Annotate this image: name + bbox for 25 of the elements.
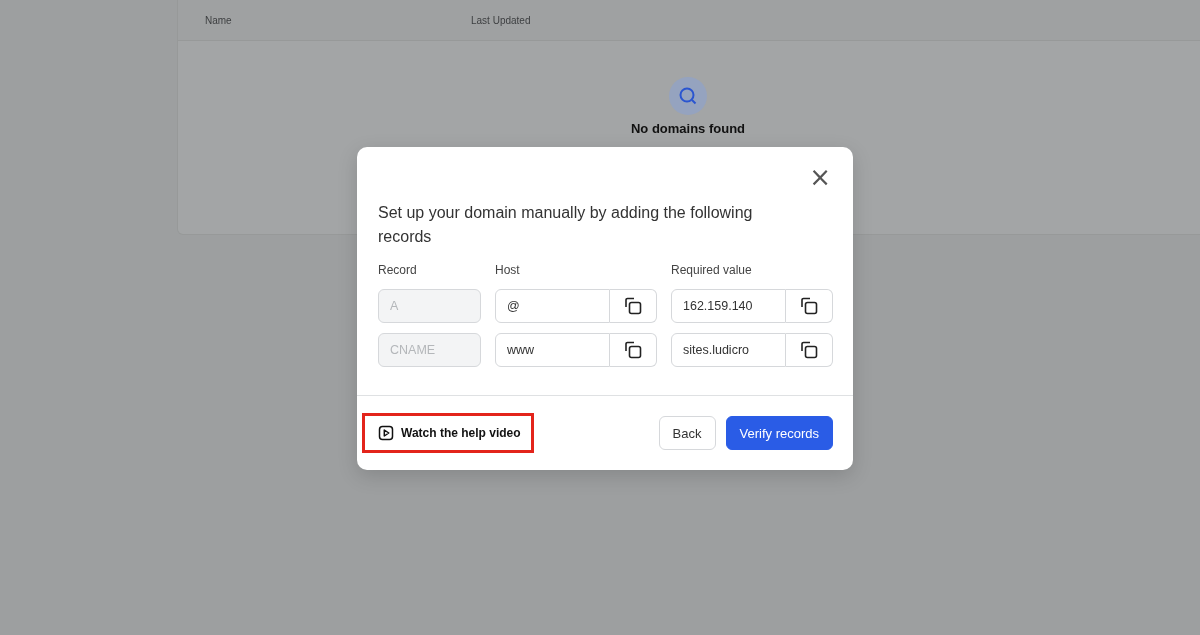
column-header: Last Updated bbox=[471, 14, 531, 26]
dialog-title: Set up your domain manually by adding the following records bbox=[378, 203, 754, 247]
search-icon bbox=[669, 77, 707, 115]
column-label: Host bbox=[495, 263, 520, 277]
copy-icon bbox=[623, 296, 643, 316]
host-field[interactable]: www bbox=[495, 333, 610, 367]
verify-button[interactable]: Verify records bbox=[725, 416, 833, 450]
value-field[interactable]: 162.159.140 bbox=[671, 289, 786, 323]
copy-button[interactable] bbox=[610, 289, 657, 323]
column-label: Required value bbox=[671, 263, 752, 277]
back-button[interactable]: Back bbox=[658, 416, 716, 450]
help-video-link[interactable]: Watch the help video bbox=[378, 425, 521, 441]
copy-icon bbox=[799, 340, 819, 360]
host-field[interactable]: @ bbox=[495, 289, 610, 323]
copy-button[interactable] bbox=[786, 333, 833, 367]
empty-message: No domains found bbox=[630, 121, 746, 136]
column-header: Name bbox=[205, 14, 232, 26]
copy-button[interactable] bbox=[610, 333, 657, 367]
close-button[interactable]: × bbox=[807, 165, 833, 189]
column-label: Record bbox=[378, 263, 417, 277]
copy-button[interactable] bbox=[786, 289, 833, 323]
copy-icon bbox=[799, 296, 819, 316]
play-icon bbox=[378, 425, 394, 441]
value-field[interactable]: sites.ludicro bbox=[671, 333, 786, 367]
copy-icon bbox=[623, 340, 643, 360]
